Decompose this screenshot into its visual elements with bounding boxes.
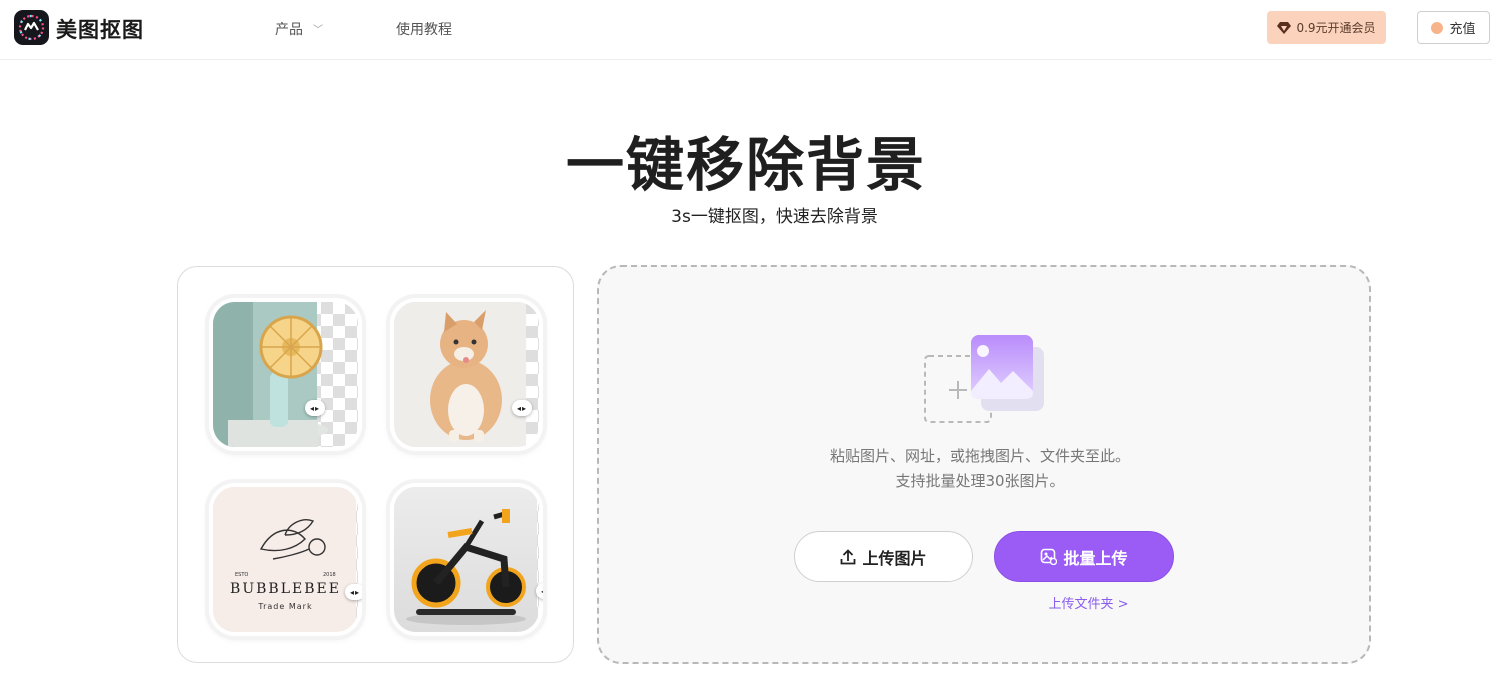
chevron-down-icon: ﹀ [313,25,323,36]
upload-image-illustration [924,335,1044,423]
diamond-icon [1277,21,1292,34]
batch-upload-label: 批量上传 [1063,548,1128,568]
vip-button[interactable]: 0.9元开通会员 [1267,11,1386,44]
sample-fan[interactable]: ◂▸ [209,298,362,451]
top-header: 美图抠图 产品 ﹀ 使用教程 0.9元开通会员 充值 [0,0,1492,60]
page-subtitle: 3s一键抠图，快速去除背景 [671,207,878,227]
batch-upload-button[interactable]: 批量上传 [994,531,1174,582]
upload-hint-line1: 粘贴图片、网址，或拖拽图片、文件夹至此。 [829,447,1130,465]
logo-esto: ESTO [235,572,249,578]
batch-images-icon [1041,548,1058,565]
compare-handle[interactable]: ◂▸ [512,400,532,416]
vip-button-label: 0.9元开通会员 [1296,21,1376,35]
logo-year: 2018 [323,572,336,578]
upload-image-button[interactable]: 上传图片 [794,531,973,582]
upload-hint-line2: 支持批量处理30张图片。 [895,472,1065,490]
sample-cat[interactable]: ◂▸ [390,298,543,451]
sample-fan-image [213,302,358,447]
brand-name[interactable]: 美图抠图 [56,14,144,44]
sample-bike[interactable]: ◂▸ [390,483,543,636]
nav-product[interactable]: 产品 ﹀ [275,19,323,39]
compare-handle[interactable]: ◂▸ [305,400,325,416]
nav-tutorial[interactable]: 使用教程 [396,19,452,39]
page-title: 一键移除背景 [565,131,926,199]
charge-button[interactable]: 充值 [1417,11,1490,44]
sample-logo[interactable]: ESTO 2018 BUBBLEBEE Trade Mark ◂▸ [209,483,362,636]
upload-folder-link[interactable]: 上传文件夹 > [0,593,1492,612]
upload-arrow-icon [841,548,856,564]
upload-image-label: 上传图片 [862,548,927,568]
coin-icon [1431,21,1444,34]
nav-product-label: 产品 [275,22,303,38]
app-logo-icon[interactable] [14,10,49,45]
charge-button-label: 充值 [1449,22,1476,37]
sample-cat-image [394,302,539,447]
